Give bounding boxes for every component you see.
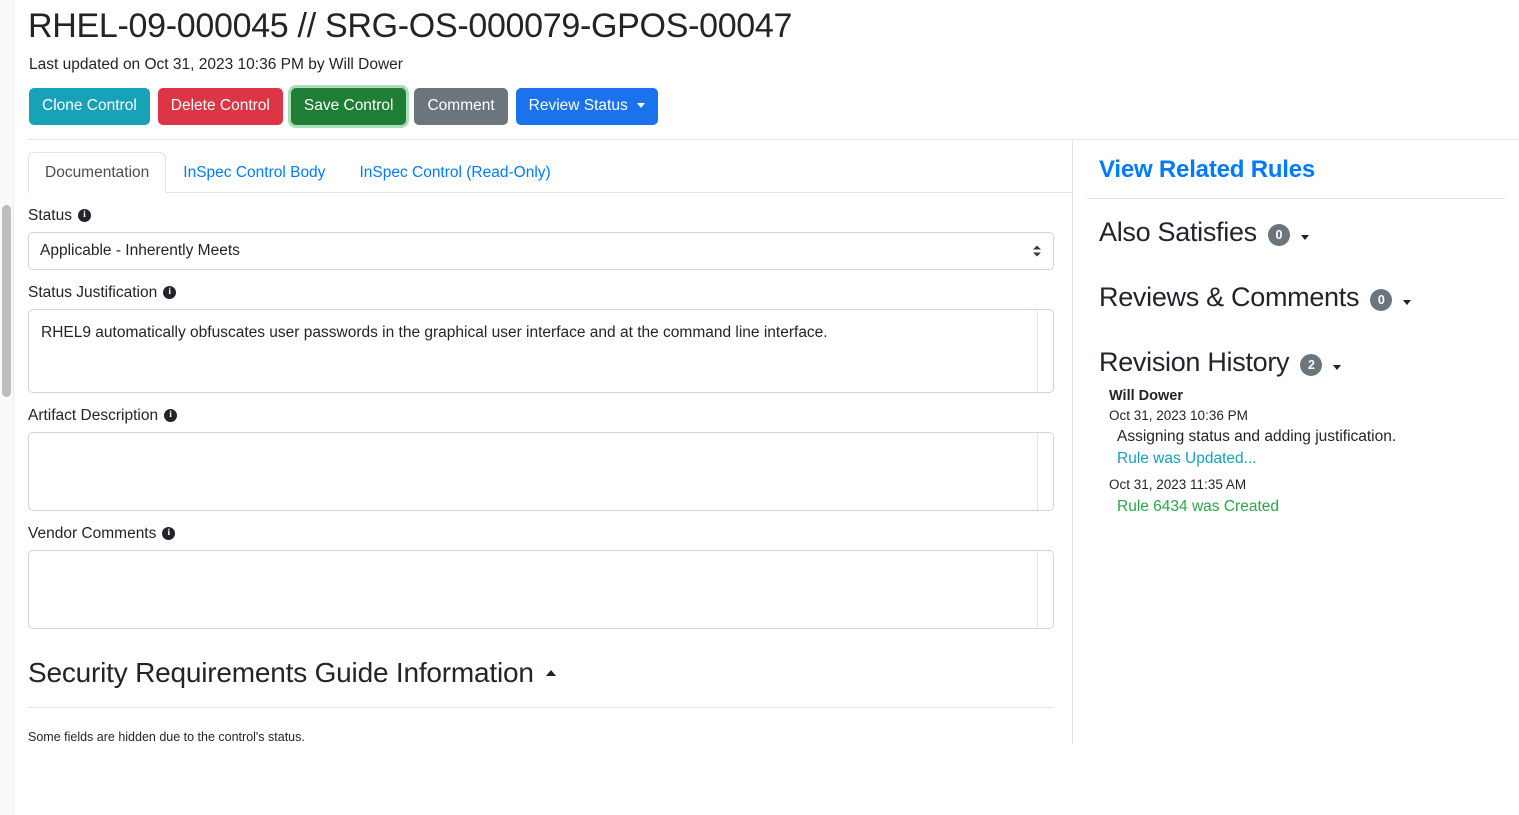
status-justification-label: Status Justification i <box>28 284 1072 302</box>
reviews-comments-count-badge: 0 <box>1370 289 1393 311</box>
review-status-button[interactable]: Review Status <box>515 88 658 125</box>
vendor-comments-field: Vendor Comments i <box>28 525 1072 629</box>
artifact-description-field: Artifact Description i <box>28 407 1072 511</box>
tab-inspec-control-body[interactable]: InSpec Control Body <box>166 152 342 193</box>
delete-control-button[interactable]: Delete Control <box>157 88 283 125</box>
status-justification-textarea[interactable]: RHEL9 automatically obfuscates user pass… <box>28 308 1054 393</box>
textarea-scrollbar[interactable] <box>1037 550 1053 628</box>
review-status-label: Review Status <box>528 97 628 114</box>
tab-inspec-control-read-only[interactable]: InSpec Control (Read-Only) <box>342 152 567 193</box>
info-icon[interactable]: i <box>164 409 178 422</box>
revision-history-count-badge: 2 <box>1300 354 1323 376</box>
section-divider <box>28 706 1054 708</box>
caret-up-icon[interactable] <box>545 669 556 676</box>
view-related-rules-link[interactable]: View Related Rules <box>1087 140 1505 198</box>
revision-date: Oct 31, 2023 10:36 PM <box>1109 407 1248 423</box>
tab-documentation[interactable]: Documentation <box>28 151 167 193</box>
clone-control-button[interactable]: Clone Control <box>29 88 150 125</box>
status-justification-field: Status Justification i RHEL9 automatical… <box>28 284 1072 393</box>
chevron-down-icon[interactable] <box>1403 299 1412 305</box>
status-justification-label-text: Status Justification <box>28 283 158 301</box>
artifact-description-label: Artifact Description i <box>28 407 1072 425</box>
srg-information-title: Security Requirements Guide Information <box>28 656 534 688</box>
chevron-down-icon[interactable] <box>1300 234 1309 240</box>
chevron-down-icon[interactable] <box>1333 364 1342 370</box>
also-satisfies-title: Also Satisfies <box>1099 216 1257 247</box>
action-button-row: Clone Control Delete Control Save Contro… <box>14 74 1519 125</box>
reviews-comments-title: Reviews & Comments <box>1099 281 1360 312</box>
sidebar: View Related Rules Also Satisfies 0 Revi… <box>1072 139 1505 744</box>
also-satisfies-header[interactable]: Also Satisfies 0 <box>1087 199 1505 264</box>
textarea-scrollbar[interactable] <box>1037 432 1053 510</box>
artifact-description-value <box>29 433 1053 457</box>
revision-entry: Oct 31, 2023 11:35 AM Rule 6434 was Crea… <box>1087 477 1505 516</box>
status-label: Status i <box>28 207 1072 225</box>
artifact-description-textarea[interactable] <box>28 431 1054 511</box>
last-updated-text: Last updated on Oct 31, 2023 10:36 PM by… <box>29 56 403 73</box>
main-content: Documentation InSpec Control Body InSpec… <box>14 140 1072 744</box>
revision-entry: Will Dower Oct 31, 2023 10:36 PM Assigni… <box>1087 388 1505 468</box>
hidden-fields-note: Some fields are hidden due to the contro… <box>28 729 305 744</box>
reviews-comments-header[interactable]: Reviews & Comments 0 <box>1087 264 1505 329</box>
page-title: RHEL-09-000045 // SRG-OS-000079-GPOS-000… <box>28 7 793 45</box>
save-control-button[interactable]: Save Control <box>290 88 407 125</box>
also-satisfies-count-badge: 0 <box>1267 224 1290 246</box>
chevron-down-icon <box>636 103 645 109</box>
status-justification-value: RHEL9 automatically obfuscates user pass… <box>41 323 828 341</box>
revision-history-panel: Revision History 2 Will Dower Oct 31, 20… <box>1087 329 1505 516</box>
revision-date: Oct 31, 2023 11:35 AM <box>1109 476 1247 492</box>
srg-information-section-header[interactable]: Security Requirements Guide Information <box>28 657 1072 689</box>
page-scrollbar-track[interactable] <box>0 0 14 815</box>
info-icon[interactable]: i <box>77 209 91 222</box>
revision-message: Assigning status and adding justificatio… <box>1117 427 1397 445</box>
vendor-comments-label: Vendor Comments i <box>28 525 1072 543</box>
revision-author: Will Dower <box>1109 387 1183 404</box>
vendor-comments-label-text: Vendor Comments <box>28 524 157 542</box>
status-label-text: Status <box>28 206 72 224</box>
status-selected-value: Applicable - Inherently Meets <box>40 241 240 259</box>
revision-history-title: Revision History <box>1099 346 1290 377</box>
status-select[interactable]: Applicable - Inherently Meets <box>28 231 1054 270</box>
info-icon[interactable]: i <box>162 527 176 540</box>
revision-action-link[interactable]: Rule 6434 was Created <box>1109 498 1505 516</box>
status-field: Status i Applicable - Inherently Meets <box>28 207 1072 270</box>
vendor-comments-value <box>29 551 1053 575</box>
info-icon[interactable]: i <box>163 286 177 299</box>
revision-history-header[interactable]: Revision History 2 <box>1087 329 1505 388</box>
vendor-comments-textarea[interactable] <box>28 549 1054 629</box>
comment-button[interactable]: Comment <box>414 88 508 125</box>
revision-action-link[interactable]: Rule was Updated... <box>1109 450 1505 468</box>
tab-bar: Documentation InSpec Control Body InSpec… <box>28 151 1072 193</box>
page-scrollbar-thumb[interactable] <box>2 205 11 397</box>
textarea-scrollbar[interactable] <box>1037 309 1053 392</box>
artifact-description-label-text: Artifact Description <box>28 406 159 424</box>
